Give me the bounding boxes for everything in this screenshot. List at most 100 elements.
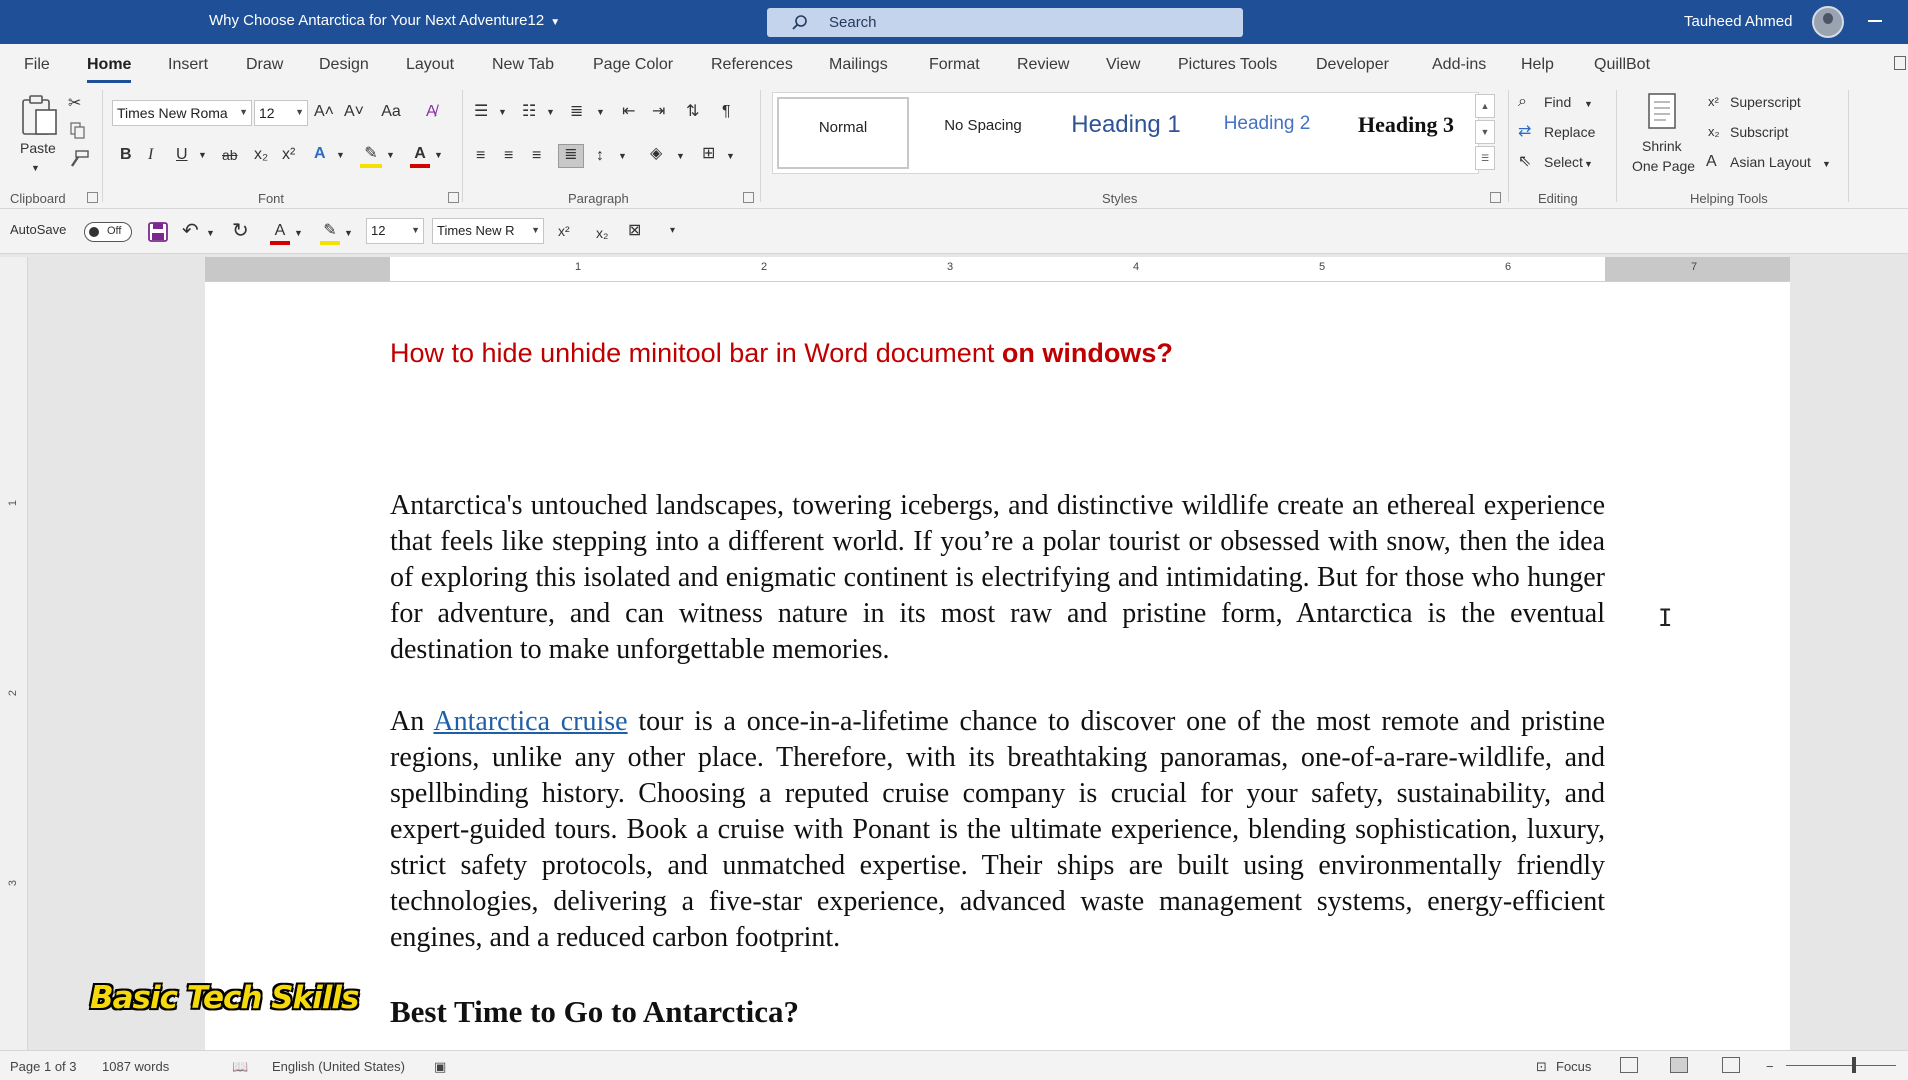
superscript-icon[interactable]: x² — [558, 221, 570, 241]
sort-icon[interactable]: ⇅ — [686, 102, 699, 122]
qat-font-size-select[interactable]: 12 ▼ — [366, 218, 424, 244]
chevron-down-icon[interactable]: ▼ — [386, 145, 395, 165]
tab-pictures-tools[interactable]: Pictures Tools — [1178, 56, 1277, 74]
one-page-label[interactable]: One Page — [1632, 158, 1695, 174]
line-spacing-icon[interactable]: ↕ — [596, 146, 604, 166]
align-left-icon[interactable]: ≡ — [476, 146, 485, 166]
antarctica-cruise-link[interactable]: Antarctica cruise — [433, 706, 627, 737]
paragraph-2[interactable]: An Antarctica cruise tour is a once-in-a… — [390, 704, 1605, 956]
numbering-icon[interactable]: ☷ — [522, 102, 536, 122]
web-layout-icon[interactable] — [1722, 1057, 1740, 1073]
chevron-down-icon[interactable]: ▼ — [1584, 154, 1593, 174]
paste-button[interactable]: Paste — [20, 140, 56, 156]
chevron-down-icon[interactable]: ▼ — [1475, 120, 1495, 144]
accessibility-icon[interactable]: ▣ — [434, 1059, 446, 1075]
tab-help[interactable]: Help — [1521, 56, 1554, 74]
search-box[interactable]: Search — [767, 8, 1243, 37]
align-center-icon[interactable]: ≡ — [504, 146, 513, 166]
highlight-icon[interactable]: ✎ — [320, 221, 340, 245]
bold-button[interactable]: B — [120, 145, 132, 165]
increase-indent-icon[interactable]: ⇥ — [652, 102, 665, 122]
chevron-down-icon[interactable]: ▼ — [336, 145, 345, 165]
print-layout-icon[interactable] — [1670, 1057, 1688, 1073]
proofing-icon[interactable]: 📖 — [232, 1059, 248, 1075]
word-count[interactable]: 1087 words — [102, 1059, 169, 1074]
autosave-toggle[interactable]: Off — [84, 222, 132, 242]
tab-page-color[interactable]: Page Color — [593, 56, 673, 74]
tab-references[interactable]: References — [711, 56, 793, 74]
qat-font-family-select[interactable]: Times New R ▼ — [432, 218, 544, 244]
grow-font-button[interactable]: A˄ — [314, 102, 334, 122]
superscript-tool[interactable]: Superscript — [1730, 94, 1801, 110]
table-properties-icon[interactable]: ⊠ — [628, 221, 641, 241]
cut-icon[interactable]: ✂ — [68, 94, 81, 114]
clipboard-launcher-icon[interactable] — [87, 192, 98, 203]
asian-layout-tool[interactable]: Asian Layout — [1730, 154, 1811, 170]
styles-scroll[interactable]: ▲ ▼ ☰ — [1475, 94, 1495, 172]
tab-add-ins[interactable]: Add-ins — [1432, 56, 1486, 74]
focus-icon[interactable]: ⊡ — [1536, 1059, 1547, 1075]
tab-home[interactable]: Home — [87, 56, 132, 83]
select-button[interactable]: Select — [1544, 154, 1583, 170]
paragraph-launcher-icon[interactable] — [743, 192, 754, 203]
read-mode-icon[interactable] — [1620, 1057, 1638, 1073]
italic-button[interactable]: I — [148, 145, 153, 165]
align-right-icon[interactable]: ≡ — [532, 146, 541, 166]
font-color-icon[interactable]: A — [410, 144, 430, 168]
shrink-label[interactable]: Shrink — [1642, 138, 1682, 154]
minimize-icon[interactable] — [1868, 20, 1882, 22]
shading-icon[interactable]: ◈ — [650, 144, 662, 164]
copy-icon[interactable] — [70, 122, 86, 140]
chevron-down-icon[interactable]: ▼ — [1822, 154, 1831, 174]
paragraph-1[interactable]: Antarctica's untouched landscapes, tower… — [390, 488, 1605, 668]
tab-file[interactable]: File — [24, 56, 50, 74]
heading-3[interactable]: Best Time to Go to Antarctica? — [390, 994, 1605, 1030]
language-status[interactable]: English (United States) — [272, 1059, 405, 1074]
subscript-icon[interactable]: x₂ — [596, 223, 608, 243]
chevron-down-icon[interactable]: ▼ — [31, 158, 40, 178]
subscript-button[interactable]: x₂ — [254, 145, 268, 165]
subscript-tool[interactable]: Subscript — [1730, 124, 1788, 140]
shrink-one-page-icon[interactable] — [1646, 92, 1682, 132]
tab-new-tab[interactable]: New Tab — [492, 56, 554, 74]
chevron-down-icon[interactable]: ▼ — [726, 146, 735, 166]
font-color-icon[interactable]: A — [270, 221, 290, 245]
borders-icon[interactable]: ⊞ — [702, 144, 715, 164]
tab-design[interactable]: Design — [319, 56, 369, 74]
style-heading-1[interactable]: Heading 1 — [1057, 97, 1195, 169]
multilevel-list-icon[interactable]: ≣ — [570, 102, 583, 122]
tab-view[interactable]: View — [1106, 56, 1140, 74]
tab-developer[interactable]: Developer — [1316, 56, 1389, 74]
strikethrough-button[interactable]: ab — [222, 145, 238, 165]
focus-button[interactable]: Focus — [1556, 1059, 1591, 1074]
tab-review[interactable]: Review — [1017, 56, 1069, 74]
user-name[interactable]: Tauheed Ahmed — [1684, 13, 1792, 30]
tab-mailings[interactable]: Mailings — [829, 56, 888, 74]
tab-draw[interactable]: Draw — [246, 56, 283, 74]
clear-formatting-icon[interactable]: A̸ — [426, 102, 437, 122]
tab-quillbot[interactable]: QuillBot — [1594, 56, 1650, 74]
superscript-button[interactable]: x² — [282, 145, 295, 165]
avatar[interactable] — [1812, 6, 1844, 38]
justify-icon[interactable]: ≣ — [558, 144, 584, 168]
chevron-up-icon[interactable]: ▲ — [1475, 94, 1495, 118]
font-family-select[interactable]: Times New Roma ▼ — [112, 100, 252, 126]
find-button[interactable]: Find — [1544, 94, 1571, 110]
chevron-down-icon[interactable]: ▼ — [676, 146, 685, 166]
tab-format[interactable]: Format — [929, 56, 980, 74]
bullets-icon[interactable]: ☰ — [474, 102, 488, 122]
zoom-slider[interactable] — [1786, 1065, 1896, 1066]
document-heading[interactable]: How to hide unhide minitool bar in Word … — [390, 338, 1605, 369]
ribbon-display-icon[interactable] — [1894, 56, 1906, 70]
replace-button[interactable]: Replace — [1544, 124, 1595, 140]
style-normal[interactable]: Normal — [777, 97, 909, 169]
chevron-down-icon[interactable]: ▼ — [198, 145, 207, 165]
tab-layout[interactable]: Layout — [406, 56, 454, 74]
document-page[interactable]: How to hide unhide minitool bar in Word … — [205, 282, 1790, 1050]
chevron-down-icon[interactable]: ▼ — [546, 102, 555, 122]
redo-icon[interactable]: ↻ — [232, 221, 249, 241]
customize-toolbar-icon[interactable]: ▾ — [670, 221, 675, 241]
paste-icon[interactable] — [20, 94, 60, 138]
decrease-indent-icon[interactable]: ⇤ — [622, 102, 635, 122]
more-styles-icon[interactable]: ☰ — [1475, 146, 1495, 170]
